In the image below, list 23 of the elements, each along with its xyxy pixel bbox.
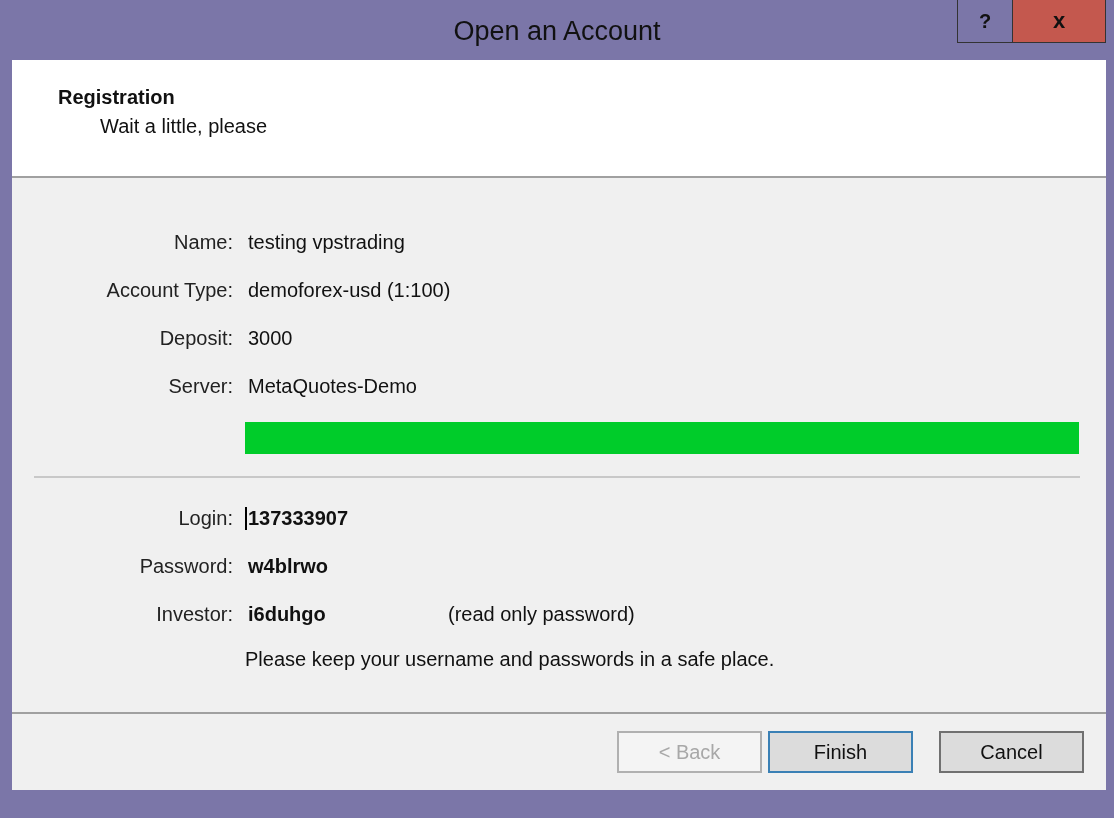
- help-button[interactable]: ?: [957, 0, 1013, 43]
- credential-value[interactable]: 137333907: [245, 506, 448, 530]
- page-subtitle: Wait a little, please: [100, 115, 269, 138]
- field-label: Login:: [177, 506, 233, 530]
- window-title: Open an Account: [453, 16, 661, 47]
- field-value: testing vpstrading: [247, 230, 406, 254]
- field-label: Deposit:: [158, 326, 233, 350]
- field-label: Name:: [173, 230, 233, 254]
- field-label: Server:: [167, 374, 233, 398]
- dialog-button[interactable]: Cancel: [939, 731, 1084, 773]
- field-value: 3000: [247, 326, 294, 350]
- field-label: Investor:: [155, 602, 233, 626]
- dialog-button[interactable]: Finish: [768, 731, 913, 773]
- credential-value[interactable]: w4blrwo: [245, 554, 448, 578]
- notice-text: Please keep your username and passwords in a safe place.: [245, 648, 776, 671]
- field-label: Account Type:: [105, 278, 233, 302]
- field-label: Password:: [138, 554, 233, 578]
- field-value: demoforex-usd (1:100): [247, 278, 451, 302]
- page-title: Registration: [58, 86, 176, 109]
- credential-value[interactable]: i6duhgo: [245, 602, 448, 626]
- close-button[interactable]: x: [1013, 0, 1106, 43]
- field-value: MetaQuotes-Demo: [247, 374, 418, 398]
- field-note: (read only password): [448, 602, 635, 626]
